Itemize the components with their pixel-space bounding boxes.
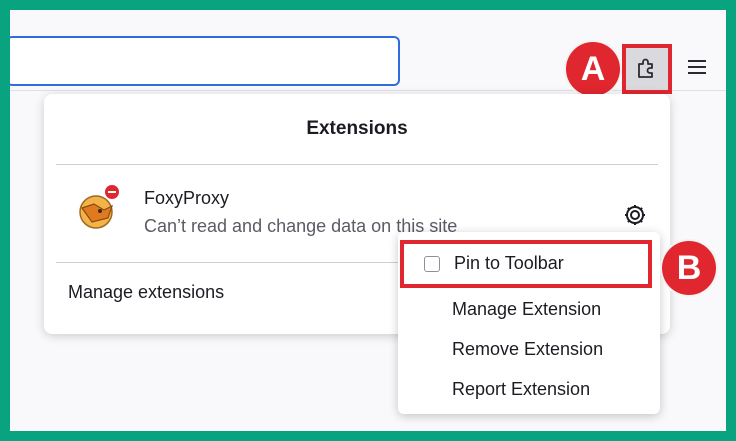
url-bar[interactable]: [10, 36, 400, 86]
divider: [56, 164, 658, 165]
callout-a: A: [566, 42, 620, 96]
report-extension-item[interactable]: Report Extension: [452, 379, 590, 400]
gear-icon[interactable]: [622, 202, 648, 228]
extension-context-menu: Pin to Toolbar Manage Extension Remove E…: [398, 232, 660, 414]
panel-title: Extensions: [306, 118, 408, 139]
pin-checkbox[interactable]: [424, 256, 440, 272]
app-menu-button[interactable]: [682, 54, 712, 84]
callout-b: B: [662, 241, 716, 295]
extension-name: FoxyProxy: [144, 188, 230, 208]
extensions-button[interactable]: [622, 44, 672, 94]
remove-extension-item[interactable]: Remove Extension: [452, 339, 603, 360]
browser-toolbar: [10, 10, 726, 94]
puzzle-icon: [634, 54, 660, 85]
manage-extension-item[interactable]: Manage Extension: [452, 299, 601, 320]
screenshot-frame: A Extensions FoxyProxy Can’t read and ch…: [0, 0, 736, 441]
pin-to-toolbar-label: Pin to Toolbar: [454, 253, 564, 273]
hamburger-menu-icon: [687, 59, 707, 80]
pin-to-toolbar-item[interactable]: Pin to Toolbar: [400, 240, 652, 288]
manage-extensions-link[interactable]: Manage extensions: [68, 282, 224, 303]
foxyproxy-fox-icon: [74, 184, 122, 232]
